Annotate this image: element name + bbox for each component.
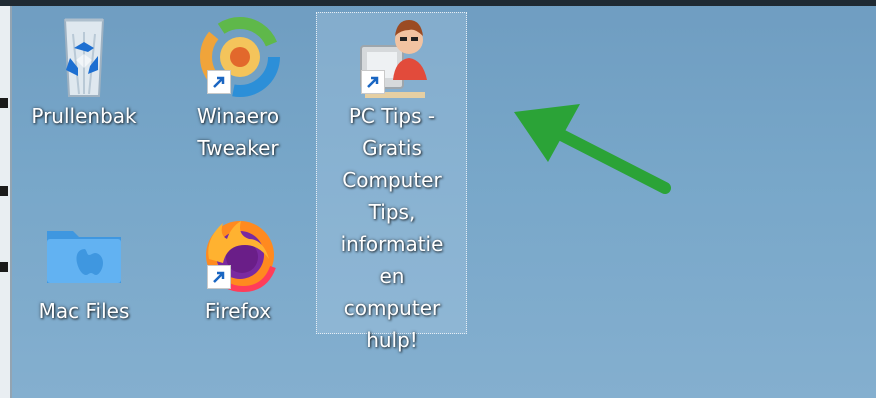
folder-icon bbox=[39, 205, 129, 295]
desktop-icon-pc-tips[interactable]: PC Tips - Gratis Computer Tips, informat… bbox=[332, 10, 452, 356]
window-top-edge bbox=[0, 0, 876, 6]
firefox-icon bbox=[193, 205, 283, 295]
shortcut-arrow-icon bbox=[207, 265, 231, 289]
desktop-icon-recycle-bin[interactable]: Prullenbak bbox=[24, 10, 144, 132]
desktop-icon-label: Prullenbak bbox=[31, 104, 137, 128]
desktop-icon-firefox[interactable]: Firefox bbox=[178, 205, 298, 327]
desktop-icon-label: Mac Files bbox=[38, 299, 130, 323]
desktop-icon-winaero-tweaker[interactable]: Winaero Tweaker bbox=[178, 10, 298, 164]
winaero-tweaker-icon bbox=[193, 10, 283, 100]
window-left-edge bbox=[0, 6, 12, 398]
recycle-bin-icon bbox=[39, 10, 129, 100]
desktop-icon-label: Winaero Tweaker bbox=[196, 104, 280, 160]
pc-tips-icon bbox=[347, 10, 437, 100]
shortcut-arrow-icon bbox=[361, 70, 385, 94]
desktop-icon-label: PC Tips - Gratis Computer Tips, informat… bbox=[340, 104, 444, 352]
shortcut-arrow-icon bbox=[207, 70, 231, 94]
green-arrow-annotation bbox=[510, 100, 680, 200]
desktop-icon-label: Firefox bbox=[204, 299, 272, 323]
desktop-icon-mac-files[interactable]: Mac Files bbox=[24, 205, 144, 327]
